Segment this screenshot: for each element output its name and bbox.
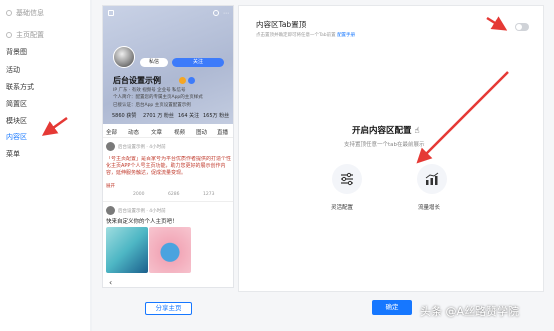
back-arrow-icon[interactable]: ‹ (109, 278, 112, 287)
divider (103, 137, 233, 138)
badge-icon (188, 77, 195, 84)
confirm-button[interactable]: 确定 (372, 300, 412, 315)
option-growth-label: 流量增长 (418, 205, 441, 211)
profile-meta: IP 广东 · 有效 视频号 企业号 私信号 (113, 88, 186, 93)
sidebar-item-content[interactable]: 内容区 (6, 132, 27, 142)
config-panel (238, 5, 544, 292)
panel-title: 内容区Tab置顶 (256, 20, 307, 29)
post-image (149, 227, 191, 273)
profile-bio: 个人简介：配置您的专属主页App的主页样式 (113, 95, 203, 100)
option-flexible-label: 灵活配置 (331, 205, 354, 211)
sidebar-item-module[interactable]: 模块区 (6, 116, 27, 126)
share-homepage-button[interactable]: 分享主页 (145, 302, 192, 315)
expand-link[interactable]: 展开 (106, 183, 115, 189)
follow-button[interactable]: 关注 (172, 58, 224, 67)
sidebar-item-brief[interactable]: 简置区 (6, 99, 27, 109)
avatar (113, 46, 135, 68)
empty-title: 开启内容区配置 ☝ (352, 126, 420, 136)
search-icon[interactable] (213, 10, 219, 16)
post-author: 后台设置示例 · 4小时前 (118, 209, 166, 214)
sidebar-item-menu[interactable]: 菜单 (6, 149, 20, 159)
sidebar-item-background[interactable]: 背景图 (6, 47, 27, 57)
sidebar-item-activity[interactable]: 活动 (6, 65, 20, 75)
avatar (106, 206, 115, 215)
profile-name: 后台设置示例 (113, 76, 161, 85)
divider (103, 201, 233, 202)
manual-link[interactable]: 配置手册 (337, 33, 355, 38)
stat-fans: 2701 万 粉丝 (143, 113, 174, 119)
message-button[interactable]: 私信 (140, 58, 168, 67)
stat-likes: 5860 获赞 (112, 113, 137, 119)
sidebar-item-contact[interactable]: 联系方式 (6, 82, 34, 92)
sidebar-item-homepage-config[interactable]: 主页配置 (6, 30, 44, 40)
stat-following: 164 关注 (178, 113, 200, 119)
post-image (106, 227, 148, 273)
share-count[interactable]: 1273 (203, 192, 214, 197)
stat-total: 165万 粉丝 (203, 113, 230, 119)
post-body: 「号主页配置」是百家号为平台优质作者提供的打造个性化主页APP个人号主页功能，助… (106, 156, 232, 176)
toggle-knob (516, 24, 522, 30)
panel-desc: 点击置顶并确定即可将任意一个Tab前置 配置手册 (256, 33, 356, 38)
sidebar-item-basic-info[interactable]: 基础信息 (6, 8, 44, 18)
circle-icon (6, 10, 12, 16)
post-author: 后台设置示例 · 4小时前 (118, 145, 166, 150)
back-icon[interactable] (108, 10, 114, 16)
profile-verified: 已接认证：后台App 主页设置配置示例 (113, 103, 191, 108)
chart-up-icon (425, 172, 439, 185)
empty-desc: 支持置顶任意一个tab在最前展示 (344, 142, 425, 148)
tab-all[interactable]: 全部 (106, 128, 117, 136)
tab-dynamic[interactable]: 动态 (128, 128, 139, 136)
badge-icon (179, 77, 186, 84)
comment-count[interactable]: 2000 (133, 192, 144, 197)
tab-live[interactable]: 直播 (217, 128, 228, 136)
tab-video[interactable]: 视频 (174, 128, 185, 136)
circle-icon (6, 32, 12, 38)
tab-image[interactable]: 图动 (196, 128, 207, 136)
like-count[interactable]: 6286 (168, 192, 179, 197)
hand-icon: ☝ (414, 126, 420, 136)
watermark: 头条 @A丝路赞学院 (420, 305, 520, 318)
tab-article[interactable]: 文章 (151, 128, 162, 136)
avatar (106, 142, 115, 151)
phone-preview: ⋯ 私信 关注 后台设置示例 IP 广东 · 有效 视频号 企业号 私信号 个人… (102, 5, 234, 288)
post-title: 快来自定义你的个人主页吧！ (106, 219, 178, 225)
more-icon[interactable]: ⋯ (223, 10, 229, 17)
sliders-icon (341, 172, 353, 186)
sidebar: 基础信息 主页配置 背景图 活动 联系方式 简置区 模块区 内容区 菜单 (0, 0, 90, 331)
